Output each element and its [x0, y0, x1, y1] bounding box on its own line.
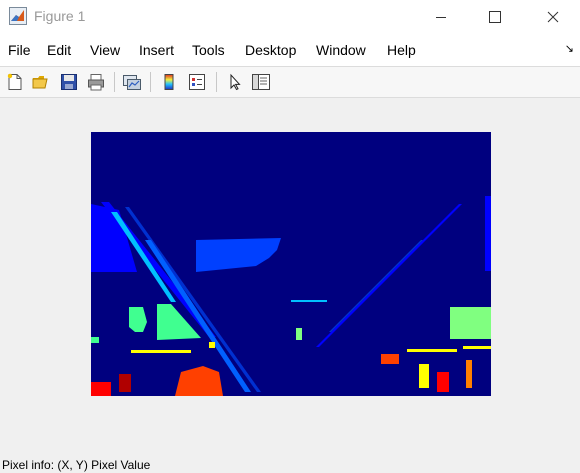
printer-icon [88, 74, 104, 91]
maximize-button[interactable] [472, 0, 518, 34]
insert-colorbar-button[interactable] [158, 71, 180, 93]
window-title: Figure 1 [34, 8, 86, 24]
menu-tools[interactable]: Tools [192, 42, 225, 58]
pixel-info-status: Pixel info: (X, Y) Pixel Value [2, 458, 151, 472]
open-folder-icon [32, 76, 48, 89]
menu-help[interactable]: Help [387, 42, 416, 58]
save-button[interactable] [58, 71, 80, 93]
toolbar-separator [216, 72, 217, 92]
maximize-icon [489, 11, 501, 23]
new-file-icon [7, 73, 22, 90]
close-button[interactable] [530, 0, 576, 34]
close-icon [547, 11, 559, 23]
save-icon [61, 74, 77, 90]
figure-toolbar [0, 66, 580, 98]
menu-desktop[interactable]: Desktop [245, 42, 296, 58]
link-plot-icon [123, 75, 141, 90]
figure-axes[interactable] [91, 132, 491, 396]
property-inspector-button[interactable] [250, 71, 272, 93]
menu-edit[interactable]: Edit [47, 42, 71, 58]
insert-legend-button[interactable] [186, 71, 208, 93]
title-bar: Figure 1 [0, 0, 580, 34]
minimize-button[interactable] [418, 0, 464, 34]
menu-file[interactable]: File [8, 42, 31, 58]
edit-plot-button[interactable] [224, 71, 246, 93]
toolbar-separator [150, 72, 151, 92]
minimize-icon [436, 17, 446, 18]
open-file-button[interactable] [30, 71, 52, 93]
matlab-icon [9, 7, 27, 25]
print-button[interactable] [85, 71, 107, 93]
menu-insert[interactable]: Insert [139, 42, 174, 58]
menu-window[interactable]: Window [316, 42, 366, 58]
dock-figure-icon[interactable]: ↘ [565, 42, 574, 55]
property-inspector-icon [252, 74, 270, 90]
arrow-cursor-icon [230, 73, 241, 91]
colorbar-icon [164, 74, 174, 90]
toolbar-separator [114, 72, 115, 92]
new-figure-button[interactable] [4, 71, 26, 93]
labeled-image [91, 132, 491, 396]
menu-view[interactable]: View [90, 42, 120, 58]
legend-icon [189, 74, 205, 90]
menu-bar: File Edit View Insert Tools Desktop Wind… [0, 34, 580, 66]
link-plot-button[interactable] [121, 71, 143, 93]
